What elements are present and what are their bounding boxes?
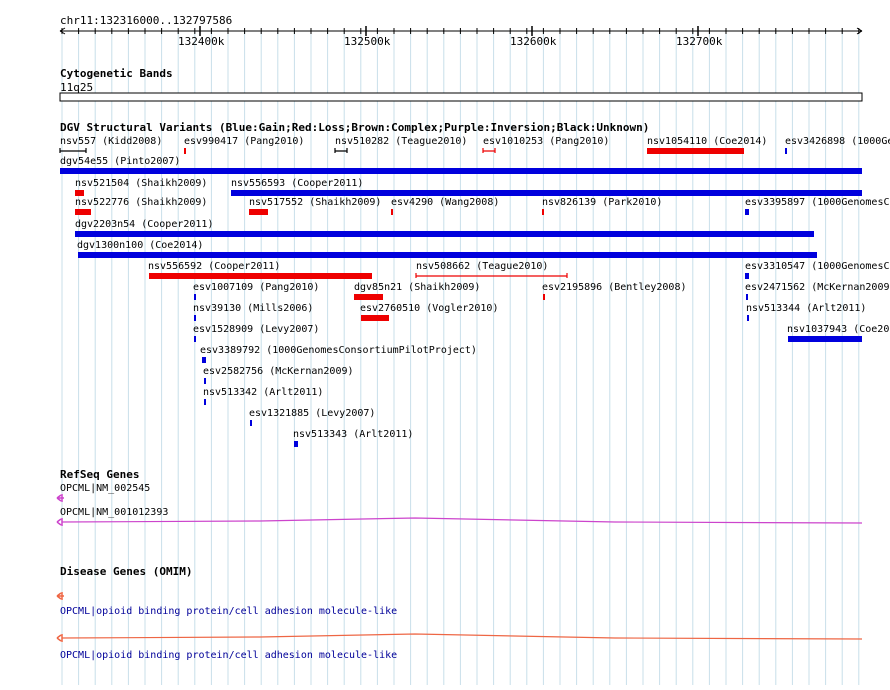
dgv-feature-label: nsv513342 (Arlt2011) [203, 387, 323, 398]
dgv-feature-label: nsv513344 (Arlt2011) [746, 303, 866, 314]
dgv-feature-label: esv4290 (Wang2008) [391, 197, 499, 208]
dgv-feature-bar[interactable] [294, 441, 298, 447]
dgv-feature-label: dgv85n21 (Shaikh2009) [354, 282, 480, 293]
dgv-feature-bar[interactable] [542, 209, 544, 215]
ruler-tick-label: 132600k [510, 35, 557, 48]
omim-gene-arrow-icon[interactable] [56, 592, 64, 600]
dgv-feature-label: esv1321885 (Levy2007) [249, 408, 375, 419]
genome-browser-panel: chr11:132316000..132797586 132400k 13250… [0, 0, 890, 685]
genome-browser-svg: chr11:132316000..132797586 132400k 13250… [56, 14, 890, 685]
dgv-feature-label: dgv2203n54 (Cooper2011) [75, 219, 213, 230]
dgv-feature-bracket[interactable] [415, 273, 568, 278]
dgv-feature-label: nsv556592 (Cooper2011) [148, 261, 280, 272]
dgv-feature-bar[interactable] [231, 190, 862, 196]
dgv-feature-label: esv1007109 (Pang2010) [193, 282, 319, 293]
dgv-feature-bar[interactable] [788, 336, 862, 342]
dgv-feature-bar[interactable] [149, 273, 372, 279]
dgv-feature-label: nsv826139 (Park2010) [542, 197, 662, 208]
dgv-feature-label: esv2195896 (Bentley2008) [542, 282, 687, 293]
dgv-feature-bar[interactable] [785, 148, 787, 154]
dgv-feature-bar[interactable] [746, 294, 748, 300]
dgv-feature-bar[interactable] [75, 190, 84, 196]
dgv-features: nsv557 (Kidd2008) esv990417 (Pang2010) nsv… [59, 136, 890, 447]
dgv-feature-label: esv1010253 (Pang2010) [483, 136, 609, 147]
dgv-feature-label: nsv39130 (Mills2006) [193, 303, 313, 314]
refseq-gene-arrow-icon[interactable] [56, 494, 64, 502]
refseq-gene-label: OPCML|NM_002545 [60, 483, 150, 494]
dgv-feature-bar[interactable] [75, 209, 91, 215]
dgv-feature-label: esv2582756 (McKernan2009) [203, 366, 354, 377]
refseq-gene-model[interactable] [61, 517, 863, 524]
dgv-feature-label: nsv513343 (Arlt2011) [293, 429, 413, 440]
dgv-feature-label: esv3310547 (1000GenomesConsortiumPilotPr… [745, 261, 890, 272]
dgv-feature-bar[interactable] [391, 209, 393, 215]
cytogenetic-track-title: Cytogenetic Bands [60, 67, 173, 80]
dgv-feature-label: esv2471562 (McKernan2009) [745, 282, 890, 293]
dgv-track-title: DGV Structural Variants (Blue:Gain;Red:L… [60, 121, 649, 134]
omim-gene-arrow-icon[interactable] [56, 634, 63, 642]
dgv-feature-bar[interactable] [747, 315, 749, 321]
dgv-feature-bar[interactable] [194, 315, 196, 321]
dgv-feature-bar[interactable] [78, 252, 817, 258]
dgv-feature-label: nsv521504 (Shaikh2009) [75, 178, 207, 189]
dgv-feature-label: dgv54e55 (Pinto2007) [60, 156, 180, 167]
cytoband-ideogram [59, 92, 863, 102]
dgv-feature-label: nsv1037943 (Coe2014) [787, 324, 890, 335]
dgv-feature-bar[interactable] [249, 209, 268, 215]
dgv-feature-bar[interactable] [250, 420, 252, 426]
dgv-feature-bar[interactable] [361, 315, 389, 321]
dgv-feature-label: nsv510282 (Teague2010) [335, 136, 467, 147]
ruler-tick-label: 132400k [178, 35, 225, 48]
dgv-feature-bracket[interactable] [334, 148, 348, 153]
dgv-feature-bar[interactable] [745, 273, 749, 279]
refseq-gene-arrow-icon[interactable] [56, 518, 63, 526]
dgv-feature-bar[interactable] [194, 336, 196, 342]
dgv-feature-label: esv3395897 (1000GenomesConsortiumPilotPr… [745, 197, 890, 208]
omim-track-title: Disease Genes (OMIM) [60, 565, 192, 578]
dgv-feature-bar[interactable] [202, 357, 206, 363]
dgv-feature-label: esv990417 (Pang2010) [184, 136, 304, 147]
omim-gene-label: OPCML|opioid binding protein/cell adhesi… [60, 650, 397, 661]
dgv-feature-bar[interactable] [354, 294, 383, 300]
dgv-feature-label: nsv557 (Kidd2008) [60, 136, 162, 147]
dgv-feature-label: esv3426898 (1000GenomesConsortiumPilotPr… [785, 136, 890, 147]
ruler-tick-label: 132700k [676, 35, 723, 48]
dgv-feature-label: nsv517552 (Shaikh2009) [249, 197, 381, 208]
dgv-feature-bar[interactable] [194, 294, 196, 300]
dgv-feature-bar[interactable] [745, 209, 749, 215]
ruler-tick-label: 132500k [344, 35, 391, 48]
dgv-feature-bar[interactable] [75, 231, 814, 237]
dgv-feature-label: esv2760510 (Vogler2010) [360, 303, 498, 314]
dgv-feature-bar[interactable] [543, 294, 545, 300]
dgv-feature-bar[interactable] [184, 148, 186, 154]
dgv-feature-bar[interactable] [60, 168, 862, 174]
coordinate-label: chr11:132316000..132797586 [60, 14, 232, 27]
dgv-feature-label: nsv556593 (Cooper2011) [231, 178, 363, 189]
dgv-feature-label: nsv522776 (Shaikh2009) [75, 197, 207, 208]
dgv-feature-label: nsv508662 (Teague2010) [416, 261, 548, 272]
omim-gene-label: OPCML|opioid binding protein/cell adhesi… [60, 606, 397, 617]
dgv-feature-label: esv1528909 (Levy2007) [193, 324, 319, 335]
omim-gene-model[interactable] [61, 633, 863, 640]
dgv-feature-label: dgv1300n100 (Coe2014) [77, 240, 203, 251]
dgv-feature-label: esv3389792 (1000GenomesConsortiumPilotPr… [200, 345, 477, 356]
dgv-feature-label: nsv1054110 (Coe2014) [647, 136, 767, 147]
dgv-feature-bar[interactable] [204, 378, 206, 384]
cytoband-label: 11q25 [60, 81, 93, 94]
dgv-feature-bar[interactable] [204, 399, 206, 405]
dgv-feature-bracket[interactable] [59, 148, 87, 153]
refseq-gene-label: OPCML|NM_001012393 [60, 507, 168, 518]
refseq-track-title: RefSeq Genes [60, 468, 139, 481]
dgv-feature-bar[interactable] [647, 148, 744, 154]
